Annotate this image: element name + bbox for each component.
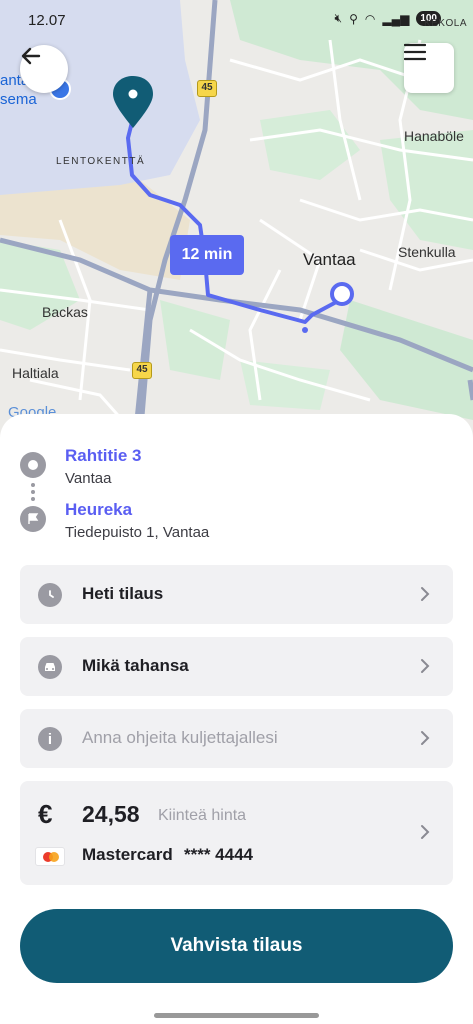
flag-icon <box>20 506 46 532</box>
chevron-right-icon <box>421 659 430 673</box>
map-graphics <box>0 0 473 440</box>
highway-shield: 45 <box>197 80 217 97</box>
car-icon <box>38 655 62 679</box>
confirm-order-button[interactable]: Vahvista tilaus <box>20 909 453 983</box>
wifi-icon: ◠ <box>364 11 376 26</box>
price-value: 24,58 <box>82 801 140 827</box>
signal-icon: ▂▄▆ <box>382 11 410 26</box>
destination-address: Tiedepuisto 1, Vantaa <box>65 524 210 541</box>
map-label-backas: Backas <box>42 304 88 320</box>
status-location-text: KEKOLA <box>423 18 467 29</box>
arrow-left-icon <box>21 47 41 65</box>
map-label-haltiala: Haltiala <box>12 365 59 381</box>
map-label-vantaa: Vantaa <box>303 250 356 269</box>
chevron-right-icon <box>421 825 430 839</box>
vehicle-option[interactable]: Mikä tahansa <box>20 637 453 696</box>
chevron-right-icon <box>421 731 430 745</box>
home-indicator[interactable] <box>154 1013 319 1018</box>
vehicle-option-label: Mikä tahansa <box>82 656 189 675</box>
location-icon: ⚲ <box>349 11 358 26</box>
euro-icon: € <box>38 799 53 829</box>
driver-note-field[interactable]: i Anna ohjeita kuljettajallesi <box>20 709 453 768</box>
price-type: Kiinteä hinta <box>158 807 247 824</box>
map-view[interactable]: LENTOKENTTÄ Vantaa Hanaböle Stenkulla Ba… <box>0 0 473 440</box>
pickup-city: Vantaa <box>65 470 112 487</box>
card-number: **** 4444 <box>184 845 254 864</box>
map-label-hanaboele: Hanaböle <box>404 128 464 144</box>
destination-name: Heureka <box>65 500 133 519</box>
pickup-dot-icon <box>20 452 46 478</box>
driver-note-placeholder: Anna ohjeita kuljettajallesi <box>82 728 278 747</box>
card-name: Mastercard <box>82 845 173 864</box>
route-connector <box>31 483 35 504</box>
mute-icon: 🔇︎ <box>334 11 343 25</box>
map-label-station-2: sema <box>0 91 37 108</box>
map-label-airport: LENTOKENTTÄ <box>56 156 146 167</box>
mastercard-icon <box>35 847 65 866</box>
status-time: 12.07 <box>28 12 66 29</box>
payment-card[interactable]: € 24,58 Kiinteä hinta Mastercard **** 44… <box>20 781 453 885</box>
clock-icon <box>38 583 62 607</box>
pickup-name: Rahtitie 3 <box>65 446 142 465</box>
chevron-right-icon <box>421 587 430 601</box>
order-sheet: Rahtitie 3 Vantaa Heureka Tiedepuisto 1,… <box>0 414 473 1024</box>
time-option[interactable]: Heti tilaus <box>20 565 453 624</box>
map-label-stenkulla: Stenkulla <box>398 244 456 260</box>
highway-shield: 45 <box>132 362 152 379</box>
hamburger-icon <box>404 43 426 61</box>
info-icon: i <box>38 727 62 751</box>
route-summary[interactable]: Rahtitie 3 Vantaa Heureka Tiedepuisto 1,… <box>20 444 450 554</box>
status-bar: 12.07 🔇︎ ⚲ ◠ ▂▄▆ 100 KEKOLA <box>0 0 473 40</box>
time-option-label: Heti tilaus <box>82 584 164 603</box>
menu-button[interactable] <box>404 43 454 93</box>
back-button[interactable] <box>20 45 68 93</box>
eta-badge: 12 min <box>170 235 244 275</box>
